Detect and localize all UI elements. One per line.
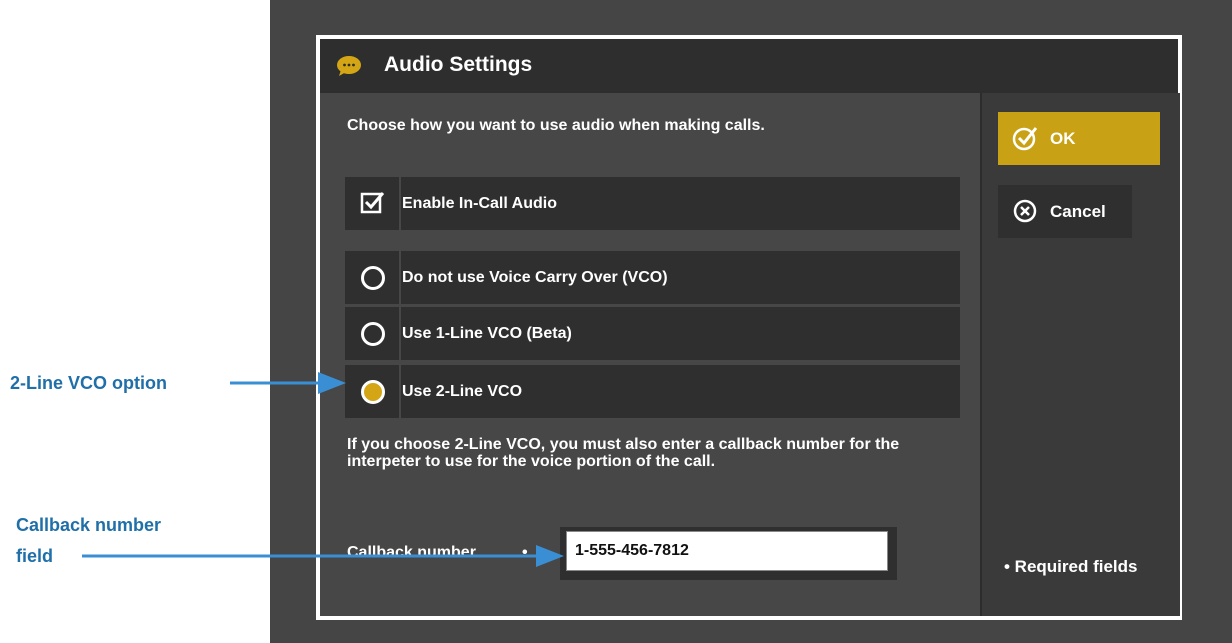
vco-arrow [230, 372, 346, 394]
callback-arrow [82, 545, 564, 567]
callout-arrows [82, 372, 564, 567]
